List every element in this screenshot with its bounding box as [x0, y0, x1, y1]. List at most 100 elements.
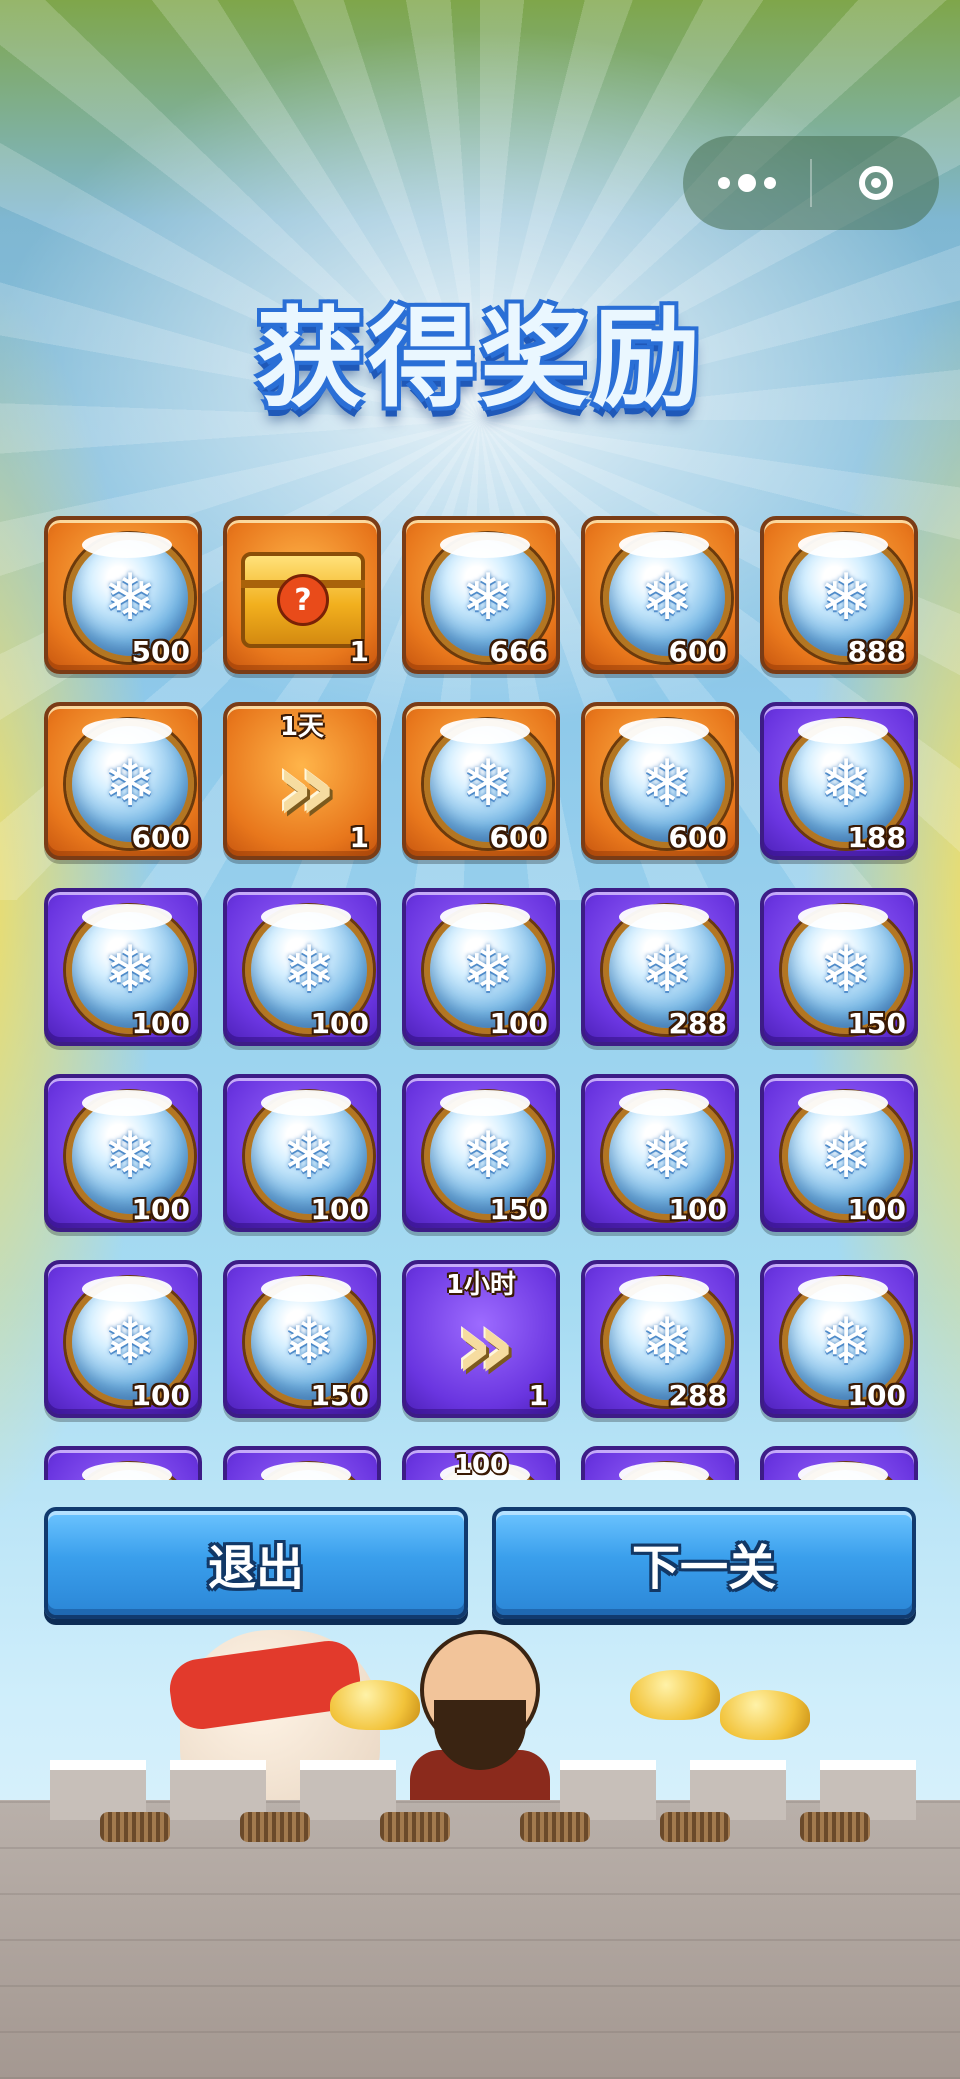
reward-count: 100: [489, 1007, 548, 1040]
snowflake-orb-icon: ❄: [603, 1462, 731, 1480]
snowflake-icon: ❄: [103, 1119, 157, 1193]
snowflake-icon: ❄: [103, 747, 157, 821]
reward-count: 288: [668, 1379, 727, 1412]
reward-item: ❄100: [44, 1074, 202, 1232]
reward-item: ❄100: [402, 1446, 560, 1480]
castle-scene: [0, 1620, 960, 2079]
reward-item: ❄100: [223, 888, 381, 1046]
reward-count: 1: [528, 1379, 548, 1412]
close-button[interactable]: [812, 136, 939, 230]
reward-grid: ❄ 500? 1 ❄ 666 ❄ 600 ❄ 888 ❄ 600» 1天 1 ❄ 600 ❄ 600 ❄ 188 ❄ 1…: [40, 514, 920, 1480]
page-title: 获得奖励: [255, 297, 704, 422]
reward-item: ❄ 600: [44, 702, 202, 860]
speed-up-chevron-icon: »: [274, 731, 337, 843]
reward-item: ❄100: [760, 1074, 918, 1232]
mystery-chest-icon: ?: [241, 552, 365, 648]
gold-ingot: [720, 1690, 810, 1740]
reward-item: ❄100: [581, 1074, 739, 1232]
reward-item: ❄100: [223, 1074, 381, 1232]
snowflake-icon: ❄: [640, 747, 694, 821]
wall-merlon: [690, 1760, 786, 1820]
mini-program-capsule: [683, 136, 939, 230]
wall-merlon: [50, 1760, 146, 1820]
reward-count: 600: [131, 821, 190, 854]
snowflake-icon: ❄: [640, 1305, 694, 1379]
snowflake-orb-icon: ❄: [782, 1462, 910, 1480]
reward-count: 500: [131, 635, 190, 668]
rope-spool: [100, 1812, 170, 1842]
rope-spool: [380, 1812, 450, 1842]
reward-count: 666: [489, 635, 548, 668]
wall-merlon: [560, 1760, 656, 1820]
reward-count: 100: [131, 1193, 190, 1226]
reward-item: ❄ 888: [760, 516, 918, 674]
more-dots-icon: [717, 174, 776, 192]
target-close-icon: [858, 166, 893, 200]
rope-spool: [800, 1812, 870, 1842]
reward-count: 100: [310, 1193, 369, 1226]
rope-spool: [520, 1812, 590, 1842]
snowflake-icon: ❄: [640, 561, 694, 635]
reward-duration-label: 100: [453, 1450, 509, 1480]
reward-count: 150: [489, 1193, 548, 1226]
snowflake-icon: ❄: [461, 747, 515, 821]
wall-merlon: [300, 1760, 396, 1820]
snowflake-icon: ❄: [819, 747, 873, 821]
reward-count: 600: [489, 821, 548, 854]
reward-item: ❄ 500: [44, 516, 202, 674]
snowflake-icon: ❄: [103, 933, 157, 1007]
reward-item: » 1小时 1: [402, 1260, 560, 1418]
snowflake-icon: ❄: [819, 561, 873, 635]
snowflake-icon: ❄: [282, 933, 336, 1007]
reward-item: ❄: [44, 1446, 202, 1480]
reward-count: 150: [310, 1379, 369, 1412]
reward-count: 100: [131, 1007, 190, 1040]
reward-item: ❄ 666: [402, 516, 560, 674]
more-button[interactable]: [683, 136, 810, 230]
next-level-button[interactable]: 下一关: [492, 1507, 916, 1619]
snowflake-orb-icon: ❄: [245, 1462, 373, 1480]
reward-item: ❄ 600: [402, 702, 560, 860]
reward-item: ❄ 150: [760, 888, 918, 1046]
wall-merlon: [170, 1760, 266, 1820]
reward-item: ❄100: [44, 1260, 202, 1418]
reward-item: » 1天 1: [223, 702, 381, 860]
reward-count: 100: [847, 1193, 906, 1226]
snowflake-icon: ❄: [461, 1119, 515, 1193]
snowflake-icon: ❄: [103, 1305, 157, 1379]
snowflake-icon: ❄: [640, 1119, 694, 1193]
reward-item: ❄100: [44, 888, 202, 1046]
gold-ingot: [630, 1670, 720, 1720]
reward-item: ❄: [760, 1446, 918, 1480]
reward-count: 100: [310, 1007, 369, 1040]
snowflake-icon: ❄: [282, 1119, 336, 1193]
snowflake-icon: ❄: [819, 1119, 873, 1193]
snowflake-icon: ❄: [819, 933, 873, 1007]
reward-item: ❄ 188: [760, 702, 918, 860]
reward-item: ❄ 150: [223, 1260, 381, 1418]
snowflake-icon: ❄: [461, 561, 515, 635]
reward-item: ❄ 600: [581, 702, 739, 860]
exit-button[interactable]: 退出: [44, 1507, 468, 1619]
question-mark-icon: ?: [277, 574, 329, 626]
snowflake-icon: ❄: [103, 561, 157, 635]
reward-count: 150: [847, 1007, 906, 1040]
reward-count: 100: [668, 1193, 727, 1226]
reward-count: 288: [668, 1007, 727, 1040]
reward-item: ? 1: [223, 516, 381, 674]
reward-count: 100: [131, 1379, 190, 1412]
snowflake-icon: ❄: [461, 933, 515, 1007]
reward-item: ❄: [581, 1446, 739, 1480]
reward-count: 1: [349, 635, 369, 668]
reward-count: 888: [847, 635, 906, 668]
snowflake-icon: ❄: [640, 933, 694, 1007]
reward-item: ❄ 600: [581, 516, 739, 674]
reward-count: 600: [668, 635, 727, 668]
snowflake-icon: ❄: [282, 1305, 336, 1379]
reward-count: 600: [668, 821, 727, 854]
snowflake-orb-icon: ❄: [66, 1462, 194, 1480]
snowflake-icon: ❄: [819, 1305, 873, 1379]
reward-item: ❄100: [760, 1260, 918, 1418]
reward-duration-label: 1小时: [445, 1270, 517, 1300]
wall-merlon: [820, 1760, 916, 1820]
